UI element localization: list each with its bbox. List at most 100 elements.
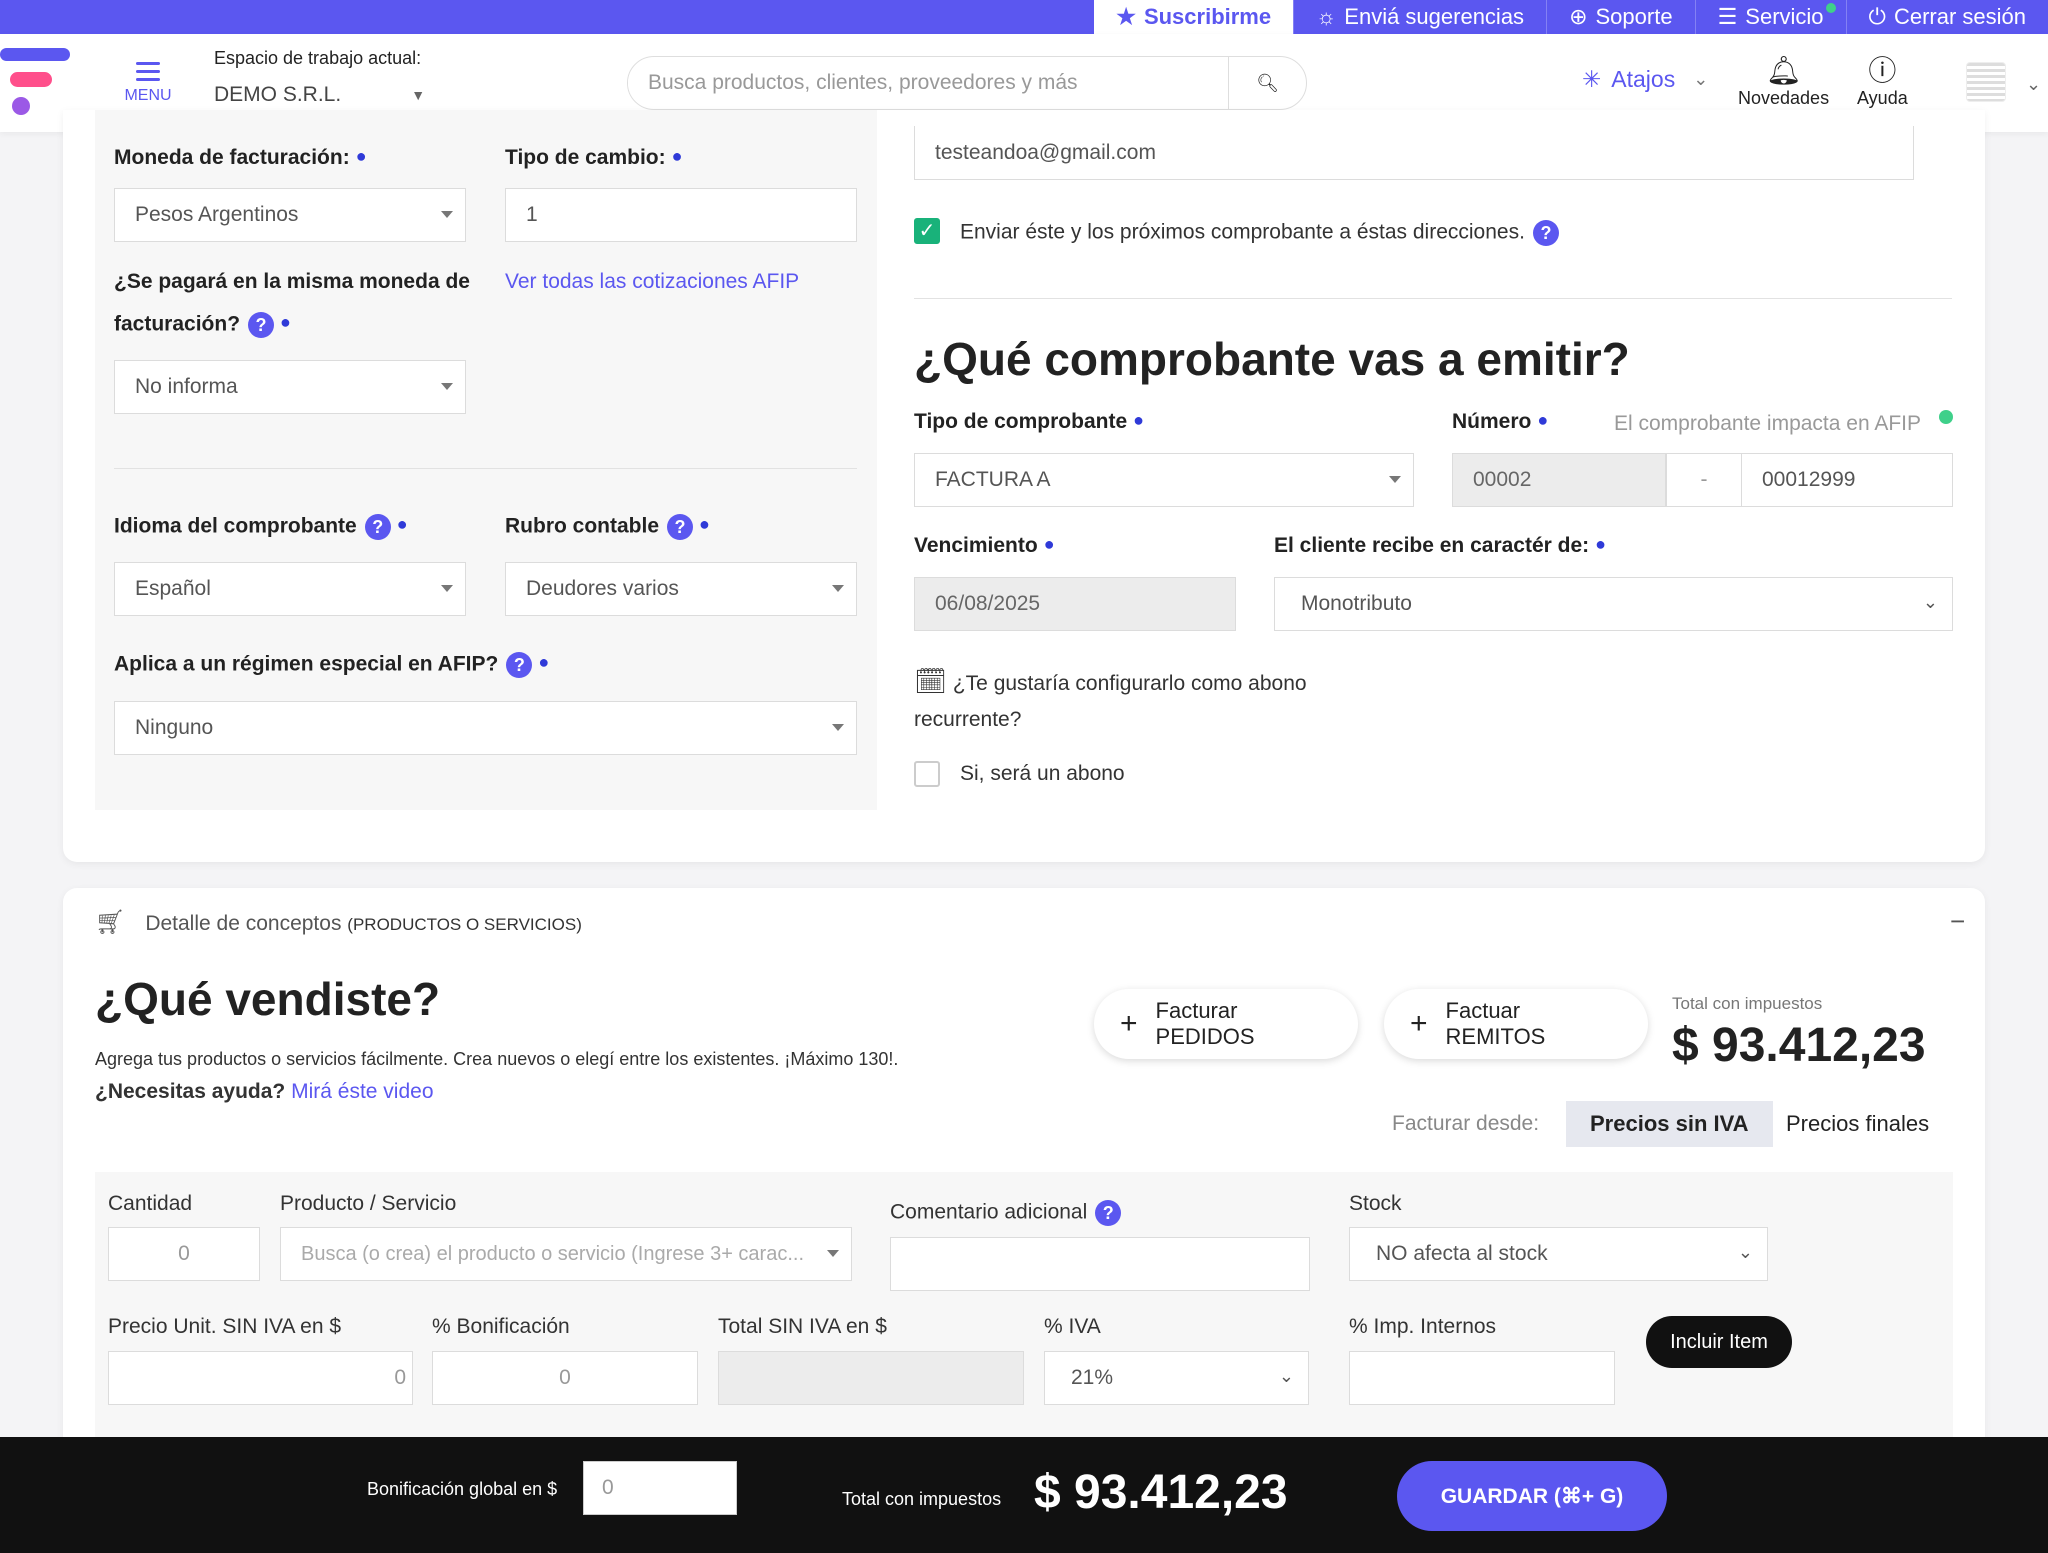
recurring-checkbox-label: Si, será un abono [960, 762, 1125, 785]
shortcuts-menu[interactable]: ✳ Atajos ⌄ [1582, 66, 1708, 93]
avatar[interactable] [1966, 62, 2006, 102]
product-label: Producto / Servicio [280, 1192, 457, 1215]
video-help-link[interactable]: Mirá éste video [291, 1080, 433, 1103]
voucher-title: ¿Qué comprobante vas a emitir? [914, 333, 1630, 385]
comment-label: Comentario adicional? [890, 1200, 1122, 1226]
support-link[interactable]: ⊕ Soporte [1546, 0, 1695, 34]
account-label: Rubro contable? ● [505, 514, 710, 540]
include-item-button[interactable]: Incluir Item [1646, 1316, 1792, 1368]
quantity-input[interactable]: 0 [108, 1227, 260, 1281]
exchange-rate-input[interactable]: 1 [505, 188, 857, 242]
detail-section-header[interactable]: 🛒︎ Detalle de conceptos (PRODUCTOS O SER… [95, 908, 582, 937]
chevron-down-icon[interactable]: ⌄ [2026, 74, 2041, 95]
menu-button[interactable]: MENU [118, 62, 178, 105]
number-label: Número ● [1452, 410, 1549, 433]
divider [114, 468, 857, 469]
comment-input[interactable] [890, 1237, 1310, 1291]
send-email-checkbox[interactable]: ✓ [914, 218, 940, 244]
help-icon[interactable]: ? [506, 652, 533, 678]
news-button[interactable]: 🔔︎ Novedades [1738, 54, 1829, 109]
save-button[interactable]: GUARDAR (⌘+ G) [1397, 1461, 1667, 1531]
vat-label: % IVA [1044, 1315, 1101, 1338]
currency-label: Moneda de facturación: ● [114, 146, 367, 169]
stock-label: Stock [1349, 1192, 1402, 1215]
email-input[interactable]: testeandoa@gmail.com [914, 126, 1914, 180]
stock-select[interactable]: NO afecta al stock ⌄ [1349, 1227, 1768, 1281]
required-dot: ● [1133, 410, 1145, 430]
afip-rates-link[interactable]: Ver todas las cotizaciones AFIP [505, 270, 799, 294]
chevron-down-icon: ⌄ [1693, 69, 1709, 89]
required-dot: ● [280, 312, 291, 332]
bottom-total-value: $ 93.412,23 [1034, 1466, 1288, 1519]
global-search: 🔍︎ [627, 56, 1307, 110]
global-discount-label: Bonificación global en $ [367, 1479, 558, 1499]
same-currency-select[interactable]: No informa [114, 360, 466, 414]
exchange-label: Tipo de cambio: ● [505, 146, 683, 169]
detail-description: Agrega tus productos o servicios fácilme… [95, 1049, 899, 1069]
point-of-sale-field: 00002 [1452, 453, 1666, 507]
recurring-question: 🗓︎ ¿Te gustaría configurarlo como abono [914, 666, 1307, 696]
suggestions-link[interactable]: ☼ Enviá sugerencias [1293, 0, 1546, 34]
prices-without-vat-tab[interactable]: Precios sin IVA [1566, 1101, 1773, 1147]
logout-link[interactable]: ⏻ Cerrar sesión [1845, 0, 2048, 34]
hamburger-icon [136, 62, 160, 81]
help-icon[interactable]: ? [364, 514, 391, 540]
bill-from-label: Facturar desde: [1392, 1112, 1540, 1135]
total-value: $ 93.412,23 [1672, 1019, 1926, 1072]
total-no-vat-field [718, 1351, 1024, 1405]
due-date-input[interactable]: 06/08/2025 [914, 577, 1236, 631]
final-prices-tab[interactable]: Precios finales [1762, 1101, 1953, 1147]
detail-title: ¿Qué vendiste? [95, 973, 441, 1025]
required-dot: ● [1043, 534, 1055, 554]
bill-remitos-button[interactable]: + Factuar REMITOS [1384, 989, 1648, 1059]
language-select[interactable]: Español [114, 562, 466, 616]
voucher-type-label: Tipo de comprobante ● [914, 410, 1145, 433]
workspace-selector[interactable]: Espacio de trabajo actual: DEMO S.R.L. ▼ [214, 48, 425, 107]
collapse-button[interactable]: − [1950, 906, 1965, 937]
star-icon: ★ [1116, 4, 1136, 29]
calendar-clock-icon: 🗓︎ [914, 666, 948, 696]
search-button[interactable]: 🔍︎ [1228, 57, 1306, 109]
client-receives-select[interactable]: Monotributo ⌄ [1274, 577, 1953, 631]
same-currency-label: ¿Se pagará en la misma moneda de [114, 270, 470, 293]
app-logo[interactable] [0, 48, 72, 118]
help-icon[interactable]: ? [1532, 220, 1559, 246]
top-bar: ★ Suscribirme ☼ Enviá sugerencias ⊕ Sopo… [0, 0, 2048, 34]
required-dot: ● [699, 514, 710, 534]
question-circle-icon: ⓘ [1868, 55, 1897, 86]
help-icon[interactable]: ? [248, 312, 275, 338]
search-input[interactable] [628, 58, 1228, 108]
required-dot: ● [1595, 534, 1607, 554]
global-discount-input[interactable]: 0 [583, 1461, 737, 1515]
search-icon: 🔍︎ [1256, 72, 1279, 93]
chevron-down-icon: ⌄ [1278, 1366, 1294, 1386]
help-icon[interactable]: ? [1095, 1200, 1122, 1226]
subscribe-link[interactable]: ★ Suscribirme [1094, 0, 1294, 34]
unit-price-input[interactable]: 0 [108, 1351, 413, 1405]
lightbulb-icon: ☼ [1316, 4, 1337, 29]
internal-tax-input[interactable] [1349, 1351, 1615, 1405]
help-icon[interactable]: ? [667, 514, 694, 540]
voucher-type-select[interactable]: FACTURA A [914, 453, 1414, 507]
help-button[interactable]: ⓘ Ayuda [1857, 54, 1908, 109]
bell-icon: 🔔︎ [1765, 55, 1802, 86]
workspace-label: Espacio de trabajo actual: [214, 48, 422, 68]
service-link[interactable]: ☰ Servicio [1694, 0, 1846, 34]
account-select[interactable]: Deudores varios [505, 562, 857, 616]
service-status-dot [1825, 3, 1836, 13]
afip-status-dot [1939, 410, 1953, 424]
caret-down-icon [441, 383, 453, 390]
plus-icon: + [1410, 1007, 1428, 1040]
due-date-label: Vencimiento ● [914, 534, 1055, 557]
vat-select[interactable]: 21% ⌄ [1044, 1351, 1309, 1405]
product-search-select[interactable]: Busca (o crea) el producto o servicio (I… [280, 1227, 852, 1281]
number-input[interactable]: 00012999 [1741, 453, 1953, 507]
discount-input[interactable]: 0 [432, 1351, 698, 1405]
send-email-label: Enviar éste y los próximos comprobante a… [960, 220, 1559, 246]
bill-orders-button[interactable]: + Facturar PEDIDOS [1094, 989, 1358, 1059]
recurring-checkbox[interactable] [914, 761, 940, 787]
client-receives-label: El cliente recibe en caractér de: ● [1274, 534, 1607, 557]
regime-select[interactable]: Ninguno [114, 701, 857, 755]
currency-select[interactable]: Pesos Argentinos [114, 188, 466, 242]
unit-price-label: Precio Unit. SIN IVA en $ [108, 1315, 342, 1338]
